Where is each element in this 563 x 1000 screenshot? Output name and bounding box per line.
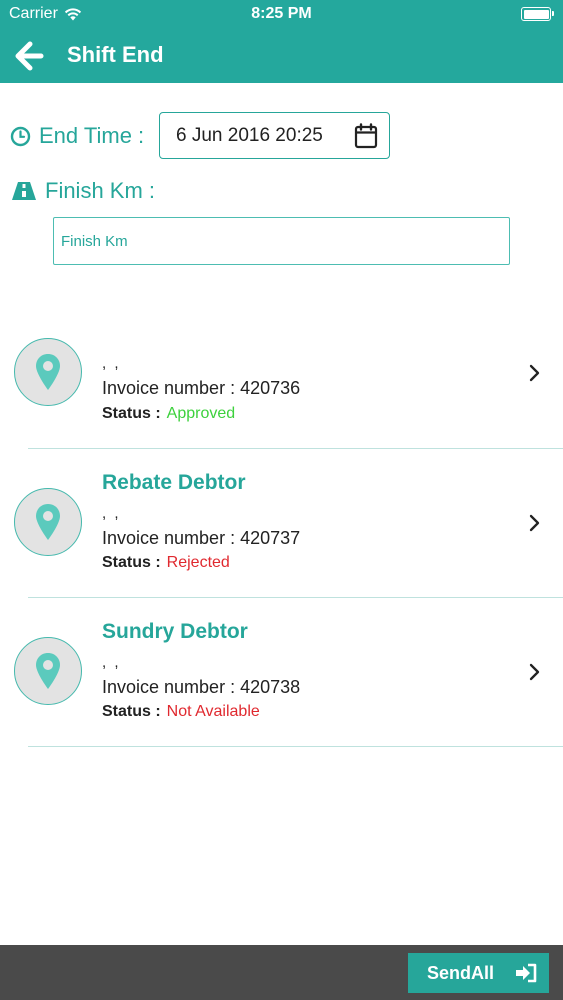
clock-time: 8:25 PM — [251, 5, 312, 22]
page-title: Shift End — [67, 42, 164, 67]
map-pin-icon — [36, 354, 60, 390]
chevron-right-icon — [529, 514, 540, 532]
finish-km-input[interactable] — [53, 217, 510, 265]
item-address: , , — [102, 355, 121, 372]
battery-icon — [521, 7, 554, 21]
list-item[interactable]: Rebate Debtor , , Invoice number : 42073… — [0, 448, 563, 598]
item-title: Sundry Debtor — [102, 620, 248, 643]
map-pin-icon — [36, 504, 60, 540]
list-item[interactable]: Sundry Debtor , , Invoice number : 42073… — [0, 597, 563, 747]
invoice-number: Invoice number : 420738 — [102, 677, 300, 698]
chevron-right-icon — [529, 663, 540, 681]
item-title: Rebate Debtor — [102, 471, 246, 494]
divider — [28, 746, 563, 747]
end-time-label-row: End Time : — [10, 123, 144, 149]
avatar — [14, 637, 82, 705]
arrow-left-icon — [15, 41, 44, 71]
road-icon — [12, 182, 36, 200]
send-all-label: SendAll — [427, 962, 495, 983]
invoice-label: Invoice number : — [102, 528, 236, 548]
invoice-value: 420736 — [240, 378, 301, 398]
status-row: Status : Approved — [102, 405, 235, 423]
calendar-icon — [354, 123, 378, 149]
end-time-value: 6 Jun 2016 20:25 — [176, 124, 323, 146]
status-bar: Carrier 8:25 PM — [0, 0, 563, 28]
status-row: Status : Rejected — [102, 554, 230, 572]
invoice-number: Invoice number : 420737 — [102, 528, 300, 549]
send-all-button[interactable]: SendAll — [408, 953, 549, 993]
status-value: Rejected — [166, 554, 230, 571]
invoice-value: 420737 — [240, 528, 301, 548]
finish-km-label: Finish Km : — [45, 178, 156, 203]
chevron-right-icon — [529, 364, 540, 382]
list-item[interactable]: , , Invoice number : 420736 Status : Appr… — [0, 298, 563, 448]
status-label: Status : — [102, 405, 161, 422]
avatar — [14, 338, 82, 406]
sign-in-icon — [516, 963, 537, 983]
invoice-value: 420738 — [240, 677, 301, 697]
status-row: Status : Not Available — [102, 703, 260, 721]
bottom-toolbar: SendAll — [0, 945, 563, 1000]
item-address: , , — [102, 654, 121, 671]
map-pin-icon — [36, 653, 60, 689]
nav-bar: Shift End — [0, 28, 563, 83]
end-time-label: End Time : — [39, 123, 145, 148]
end-time-picker[interactable]: 6 Jun 2016 20:25 — [159, 112, 390, 159]
invoice-label: Invoice number : — [102, 378, 236, 398]
clock-icon — [10, 126, 31, 146]
status-label: Status : — [102, 554, 161, 571]
back-button[interactable] — [14, 41, 44, 71]
item-address: , , — [102, 505, 121, 522]
status-value: Not Available — [166, 703, 260, 720]
invoice-number: Invoice number : 420736 — [102, 378, 300, 399]
invoice-label: Invoice number : — [102, 677, 236, 697]
status-value: Approved — [166, 405, 236, 422]
finish-km-label-row: Finish Km : — [11, 178, 155, 204]
status-label: Status : — [102, 703, 161, 720]
avatar — [14, 488, 82, 556]
